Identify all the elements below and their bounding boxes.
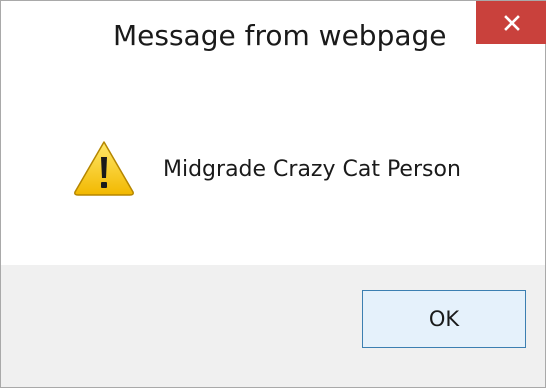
dialog-titlebar[interactable]: Message from webpage [1, 1, 546, 83]
message-dialog: Message from webpage Midgrade Crazy Cat … [0, 0, 546, 388]
dialog-message: Midgrade Crazy Cat Person [163, 157, 461, 182]
dialog-title: Message from webpage [113, 19, 447, 52]
close-icon [503, 14, 521, 32]
warning-icon [72, 139, 136, 197]
dialog-content: Midgrade Crazy Cat Person [1, 83, 545, 265]
dialog-footer: OK [1, 265, 545, 387]
close-button[interactable] [476, 1, 546, 44]
ok-button[interactable]: OK [362, 290, 526, 348]
